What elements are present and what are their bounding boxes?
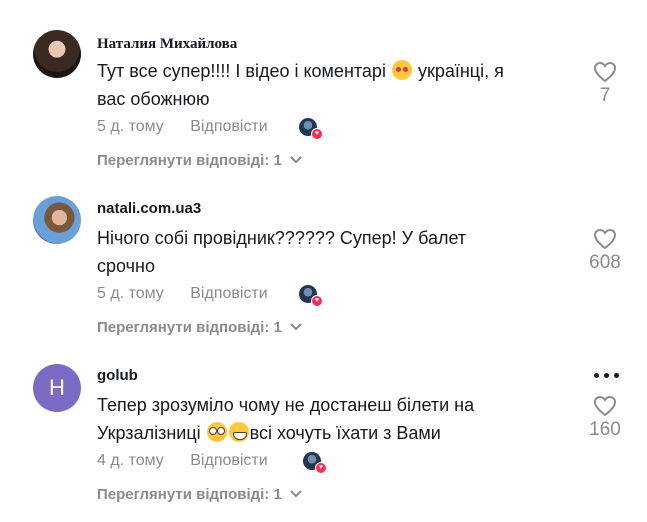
like-count: 7 — [599, 85, 611, 106]
heart-outline-icon — [593, 61, 617, 83]
comment-time: 4 д. тому — [97, 452, 164, 469]
heart-outline-icon — [593, 395, 617, 417]
creator-liked-heart-icon: ♥ — [311, 295, 323, 307]
comment-text-line: Нічого собі провідник?????? Супер! У бал… — [97, 228, 467, 248]
view-replies-label: Переглянути відповіді: 1 — [97, 319, 282, 336]
comment-text-line: Укрзалізниці — [97, 423, 206, 443]
comment-username[interactable]: golub — [97, 367, 138, 384]
comment-text-line: срочно — [97, 256, 155, 276]
avatar[interactable] — [33, 196, 81, 244]
view-replies-button[interactable]: Переглянути відповіді: 1 — [97, 318, 302, 336]
comment-text: Нічого собі провідник?????? Супер! У бал… — [97, 224, 567, 280]
chevron-down-icon — [290, 151, 302, 168]
comment-text-line: Тут все супер!!!! І відео і коментарі — [97, 61, 386, 81]
like-count: 608 — [589, 252, 621, 273]
avatar[interactable] — [33, 30, 81, 78]
comment-time: 5 д. тому — [97, 285, 164, 302]
comment-meta: 4 д. тому Відповісти — [97, 452, 268, 470]
comment-text-line: всі хочуть їхати з Вами — [249, 423, 441, 443]
like-button[interactable]: 608 — [575, 228, 635, 274]
reply-button[interactable]: Відповісти — [190, 452, 267, 469]
like-button[interactable]: 7 — [575, 61, 635, 107]
smiling-face-with-hearts-icon — [391, 60, 412, 80]
comment-text-line: вас обожнюю — [97, 89, 210, 109]
creator-liked-heart-icon: ♥ — [311, 128, 323, 140]
creator-liked-heart-icon: ♥ — [315, 462, 327, 474]
comment-text-line: Тепер зрозуміло чому не достанеш білети … — [97, 395, 475, 415]
comment-text-line: українці, я — [412, 61, 504, 81]
comment-text: Тут все супер!!!! І відео і коментарі ук… — [97, 57, 567, 113]
comment-meta: 5 д. тому Відповісти — [97, 118, 268, 136]
more-dots-icon[interactable] — [592, 368, 622, 382]
view-replies-label: Переглянути відповіді: 1 — [97, 486, 282, 503]
like-count: 160 — [589, 419, 621, 440]
comment-text: Тепер зрозуміло чому не достанеш білети … — [97, 391, 567, 447]
view-replies-label: Переглянути відповіді: 1 — [97, 152, 282, 169]
comment-meta: 5 д. тому Відповісти — [97, 285, 268, 303]
chevron-down-icon — [290, 318, 302, 335]
comment-time: 5 д. тому — [97, 118, 164, 135]
reply-button[interactable]: Відповісти — [190, 285, 267, 302]
view-replies-button[interactable]: Переглянути відповіді: 1 — [97, 485, 302, 503]
reply-button[interactable]: Відповісти — [190, 118, 267, 135]
chevron-down-icon — [290, 485, 302, 502]
heart-outline-icon — [593, 228, 617, 250]
grinning-face-icon — [228, 422, 249, 442]
comment-username[interactable]: Наталия Михайлова — [97, 36, 237, 53]
comment-username[interactable]: natali.com.ua3 — [97, 200, 201, 217]
view-replies-button[interactable]: Переглянути відповіді: 1 — [97, 151, 302, 169]
avatar[interactable]: H — [33, 364, 81, 412]
flushed-face-icon — [206, 422, 227, 442]
like-button[interactable]: 160 — [575, 395, 635, 441]
